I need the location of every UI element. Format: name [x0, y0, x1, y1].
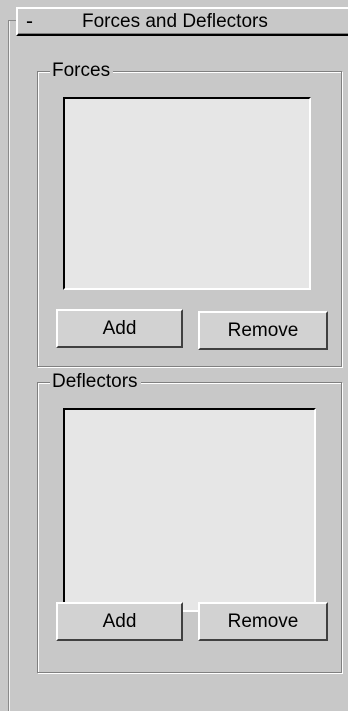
- deflectors-list[interactable]: [63, 408, 316, 612]
- rollout-header-forces-and-deflectors[interactable]: - Forces and Deflectors: [16, 7, 348, 36]
- rollout-title: Forces and Deflectors: [82, 11, 268, 32]
- remove-force-button[interactable]: Remove: [198, 311, 328, 350]
- collapse-icon[interactable]: -: [26, 10, 33, 33]
- forces-list[interactable]: [63, 97, 311, 290]
- deflectors-group: Deflectors Add Remove: [37, 370, 342, 673]
- deflectors-group-label: Deflectors: [50, 370, 141, 394]
- add-deflector-button[interactable]: Add: [56, 602, 183, 641]
- rollout-frame: [8, 20, 9, 711]
- remove-deflector-button[interactable]: Remove: [198, 602, 328, 641]
- forces-group-label: Forces: [50, 59, 114, 83]
- forces-group: Forces Add Remove: [37, 59, 342, 367]
- rollout-frame-corner: [8, 20, 16, 21]
- add-force-button[interactable]: Add: [56, 309, 183, 348]
